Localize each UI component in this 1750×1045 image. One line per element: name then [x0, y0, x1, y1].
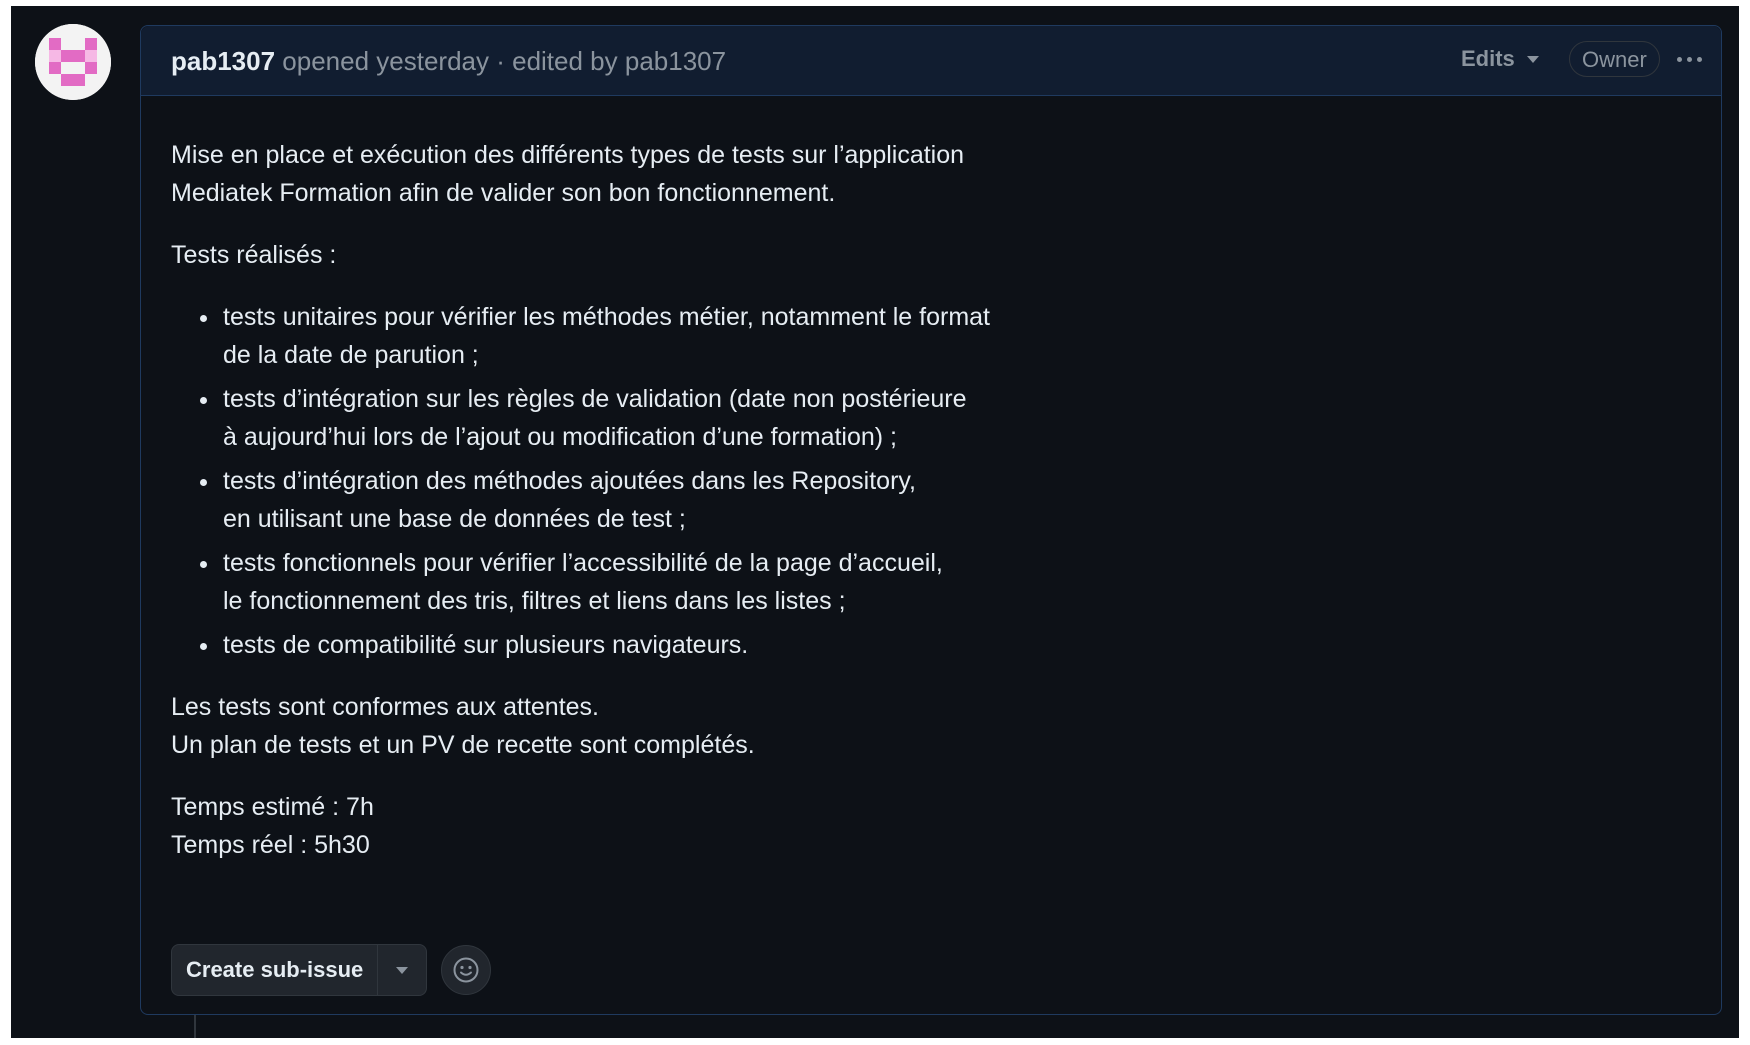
tests-list: tests unitaires pour vérifier les méthod…	[171, 298, 1071, 664]
issue-comment: pab1307 opened yesterday · edited by pab…	[140, 25, 1722, 1015]
intro-line-2: Mediatek Formation afin de valider son b…	[171, 179, 836, 207]
identicon-avatar-icon	[35, 24, 111, 100]
issue-frame: pab1307 opened yesterday · edited by pab…	[11, 6, 1739, 1038]
comment-meta: pab1307 opened yesterday · edited by pab…	[171, 46, 726, 77]
conclusion-line-1: Les tests sont conformes aux attentes.	[171, 693, 600, 721]
add-reaction-button[interactable]	[441, 945, 492, 995]
conclusion-line-2: Un plan de tests et un PV de recette son…	[171, 731, 755, 759]
intro-line-1: Mise en place et exécution des différent…	[171, 141, 965, 169]
list-item: tests d’intégration sur les règles de va…	[221, 380, 1071, 456]
triangle-down-icon	[396, 966, 409, 974]
comment-actions: Create sub-issue	[171, 944, 492, 996]
list-item: tests d’intégration des méthodes ajoutée…	[221, 462, 1071, 538]
opened-edited-text: opened yesterday · edited by pab1307	[275, 46, 727, 76]
kebab-horizontal-icon	[1676, 56, 1682, 62]
comment-header: pab1307 opened yesterday · edited by pab…	[141, 26, 1721, 96]
time-real: Temps réel : 5h30	[171, 831, 370, 859]
list-item: tests unitaires pour vérifier les méthod…	[221, 298, 1071, 374]
owner-badge: Owner	[1569, 41, 1660, 77]
more-options-button[interactable]	[1671, 42, 1707, 76]
create-sub-issue-group: Create sub-issue	[171, 944, 428, 996]
time-estimated: Temps estimé : 7h	[171, 793, 374, 821]
author-link[interactable]: pab1307	[171, 46, 275, 76]
edits-dropdown[interactable]: Edits	[1461, 46, 1539, 72]
edits-label: Edits	[1461, 46, 1515, 71]
author-avatar[interactable]	[35, 24, 111, 100]
comment-body: Mise en place et exécution des différent…	[171, 136, 1071, 864]
sub-issue-dropdown-button[interactable]	[377, 945, 426, 995]
list-item: tests de compatibilité sur plusieurs nav…	[221, 626, 1071, 664]
create-sub-issue-button[interactable]: Create sub-issue	[172, 945, 377, 995]
timeline-connector	[194, 1015, 196, 1038]
smiley-icon	[453, 957, 479, 983]
chevron-down-icon	[1526, 55, 1539, 63]
list-item: tests fonctionnels pour vérifier l’acces…	[221, 544, 1071, 620]
tests-heading: Tests réalisés :	[171, 241, 337, 269]
